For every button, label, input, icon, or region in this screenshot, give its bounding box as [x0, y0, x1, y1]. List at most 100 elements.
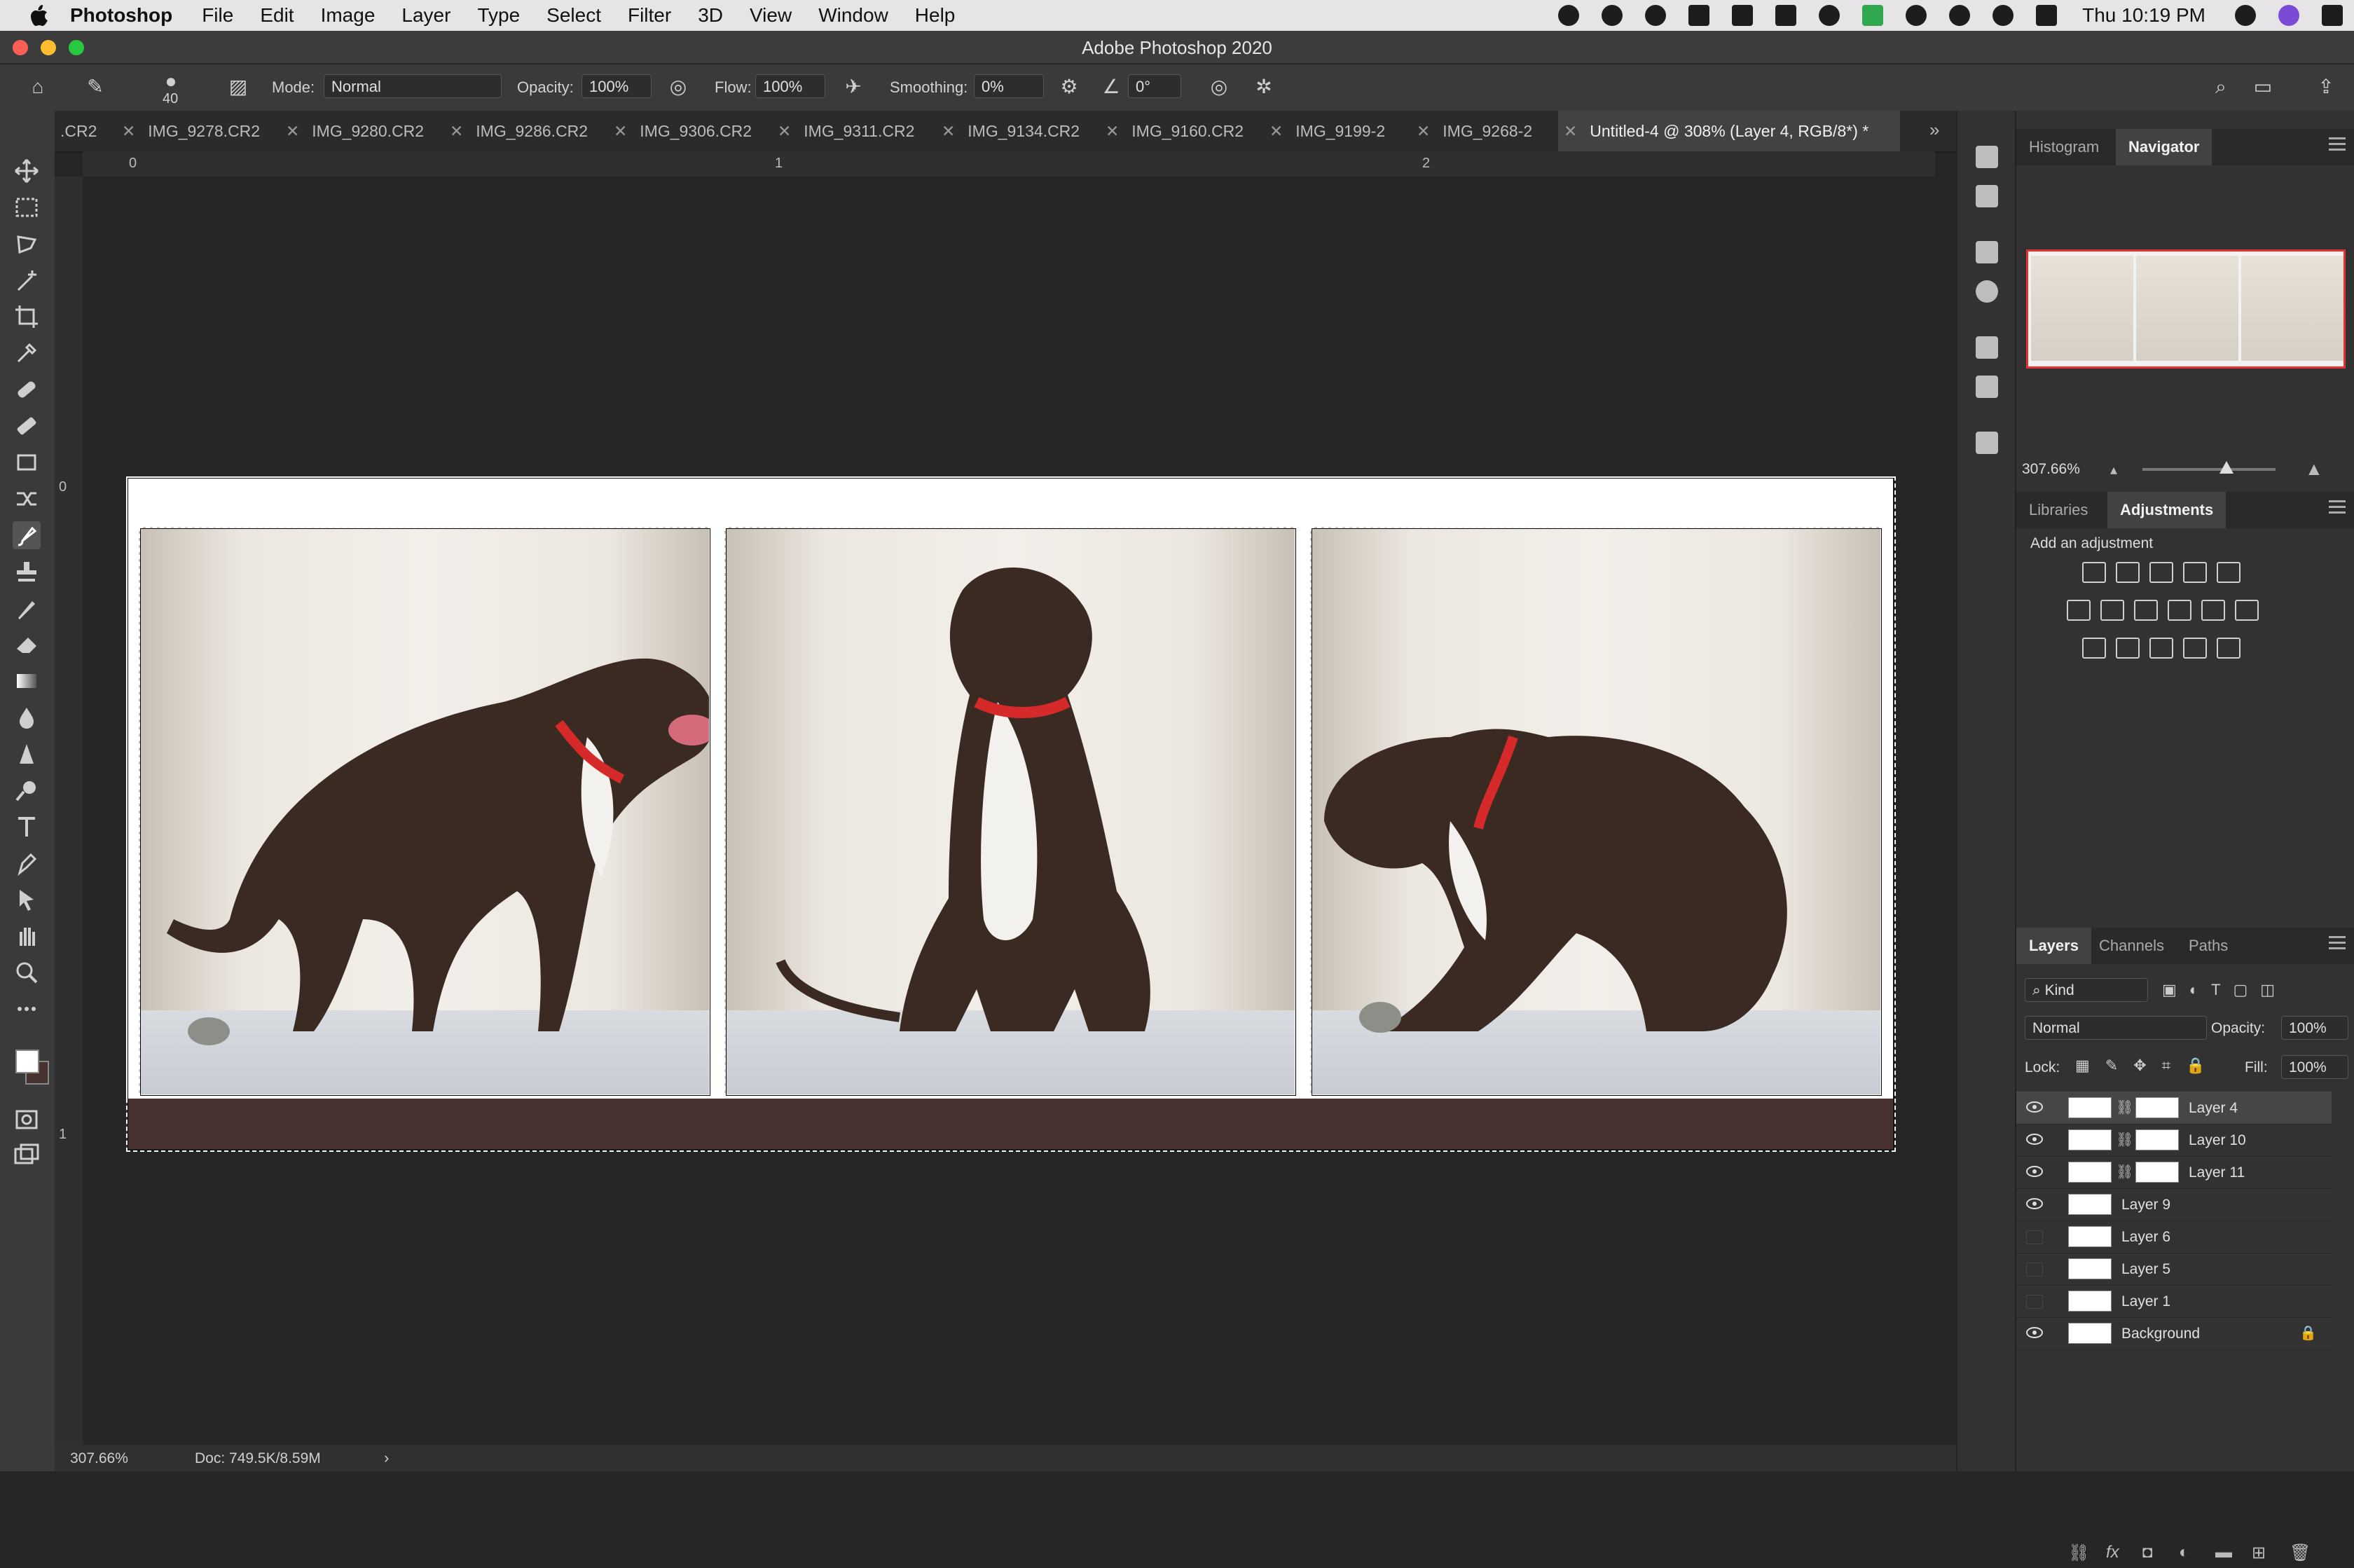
history-brush-tool-icon[interactable] [13, 594, 41, 622]
search-icon[interactable]: ⌕ [2208, 74, 2233, 99]
menu-filter[interactable]: Filter [628, 4, 671, 27]
blend-mode-select[interactable]: Normal [2025, 1016, 2207, 1040]
panel-menu-icon[interactable] [2329, 137, 2346, 153]
layer-row[interactable]: Layer 9 [2016, 1188, 2332, 1221]
more-tools-icon[interactable] [13, 995, 41, 1023]
menu-layer[interactable]: Layer [401, 4, 450, 27]
pressure-opacity-icon[interactable]: ◎ [666, 74, 691, 99]
adjustments-sliders-icon[interactable] [1976, 376, 1998, 398]
brush-settings-icon[interactable]: ▨ [226, 74, 251, 99]
tab-layers[interactable]: Layers [2016, 928, 2091, 964]
zoom-tool-icon[interactable] [13, 958, 41, 986]
path-selection-tool-icon[interactable] [13, 886, 41, 914]
trash-icon[interactable]: 🗑 [2290, 1543, 2311, 1563]
lasso-tool-icon[interactable] [13, 230, 41, 258]
menu-type[interactable]: Type [477, 4, 520, 27]
link-chain-icon[interactable]: ⛓ [2116, 1099, 2133, 1117]
symmetry-butterfly-icon[interactable]: ✲ [1251, 74, 1276, 99]
close-tab-icon[interactable]: ✕ [122, 122, 135, 140]
smoothing-options-gear-icon[interactable]: ⚙ [1056, 74, 1082, 99]
zoom-in-icon[interactable]: ▲ [2305, 458, 2323, 480]
tabs-overflow-icon[interactable]: » [1929, 119, 1939, 141]
tab-doc-6[interactable]: ✕ IMG_9134.CR2 [936, 111, 1080, 151]
share-icon[interactable]: ⇪ [2313, 74, 2339, 99]
lock-icons[interactable]: ▦✎✥⌗🔒 [2075, 1057, 2220, 1075]
green-app-icon[interactable] [1862, 5, 1884, 26]
layer-row[interactable]: Layer 6 [2016, 1220, 2332, 1253]
link-chain-icon[interactable]: ⛓ [2116, 1131, 2133, 1149]
layer-mask-thumbnail[interactable] [2135, 1097, 2179, 1118]
menu-file[interactable]: File [202, 4, 233, 27]
brush-size-preview-icon[interactable]: ● [158, 69, 184, 94]
hand-tool-icon[interactable] [13, 922, 41, 950]
type-tool-icon[interactable] [13, 813, 41, 841]
eyedropper-tool-icon[interactable] [13, 339, 41, 367]
layer-row[interactable]: ⛓ Layer 10 [2016, 1124, 2332, 1157]
bluetooth-icon[interactable] [1949, 5, 1971, 26]
fill-field[interactable]: 100% [2281, 1055, 2348, 1079]
tab-histogram[interactable]: Histogram [2016, 129, 2112, 165]
pinwheel-icon[interactable] [1819, 5, 1840, 26]
quick-mask-icon[interactable] [13, 1106, 41, 1134]
close-tab-icon[interactable]: ✕ [286, 122, 299, 140]
triangle-app-icon[interactable] [1775, 5, 1797, 26]
flow-field[interactable]: 100% [755, 74, 825, 98]
tab-doc-0[interactable]: .CR2 [55, 111, 97, 151]
tab-doc-5[interactable]: ✕ IMG_9311.CR2 [772, 111, 914, 151]
visibility-eye-icon[interactable] [2026, 1101, 2043, 1113]
properties-panel-icon[interactable] [1976, 241, 1998, 263]
move-tool-icon[interactable] [13, 157, 41, 185]
panel-menu-icon[interactable] [2329, 500, 2346, 516]
zoom-slider-thumb[interactable] [2219, 461, 2233, 474]
layer-filter-kind[interactable]: ⌕ Kind [2025, 978, 2148, 1002]
crop-tool-icon[interactable] [13, 303, 41, 331]
cloud-status-icon[interactable] [1645, 5, 1667, 26]
vibrance-icon[interactable] [2217, 562, 2241, 583]
layer-name[interactable]: Layer 1 [2121, 1293, 2170, 1310]
shuffle-tool-icon[interactable] [13, 485, 41, 513]
tab-doc-8[interactable]: ✕ IMG_9199-2 [1264, 111, 1385, 151]
drive-icon[interactable] [1732, 5, 1754, 26]
clone-source-panel-icon[interactable] [1976, 432, 1998, 454]
pen-tool-icon[interactable] [13, 849, 41, 877]
black-white-icon[interactable] [2134, 600, 2158, 621]
sponge-tool-icon[interactable] [13, 776, 41, 804]
layer-name[interactable]: Layer 11 [2189, 1164, 2245, 1181]
time-machine-icon[interactable] [1906, 5, 1927, 26]
link-chain-icon[interactable]: ⛓ [2116, 1163, 2133, 1181]
threshold-icon[interactable] [2149, 638, 2173, 659]
close-tab-icon[interactable]: ✕ [450, 122, 463, 140]
menu-view[interactable]: View [750, 4, 792, 27]
visibility-eye-icon[interactable] [2026, 1198, 2043, 1209]
info-panel-icon[interactable] [1976, 280, 1998, 303]
apple-logo-icon[interactable] [28, 4, 49, 27]
healing-brush-tool-icon[interactable] [13, 376, 41, 404]
layers-opacity-field[interactable]: 100% [2281, 1016, 2348, 1040]
brightness-contrast-icon[interactable] [2082, 562, 2106, 583]
airbrush-icon[interactable]: ✈ [841, 74, 866, 99]
tab-paths[interactable]: Paths [2176, 928, 2241, 964]
link-layers-icon[interactable]: ⛓ [2068, 1543, 2089, 1563]
visibility-eye-icon[interactable] [2026, 1134, 2043, 1145]
brush-settings-panel-icon[interactable] [1976, 336, 1998, 359]
menu-3d[interactable]: 3D [698, 4, 723, 27]
pressure-size-icon[interactable]: ◎ [1206, 74, 1232, 99]
clock[interactable]: Thu 10:19 PM [2082, 4, 2205, 27]
shield-icon[interactable] [1602, 5, 1623, 26]
layer-row[interactable]: Background 🔒 [2016, 1317, 2332, 1350]
visibility-toggle-off[interactable] [2026, 1263, 2043, 1277]
selective-color-icon[interactable] [2183, 638, 2207, 659]
stamp-tool-icon[interactable] [13, 448, 41, 476]
menu-select[interactable]: Select [546, 4, 601, 27]
close-tab-icon[interactable]: ✕ [778, 122, 791, 140]
zoom-slider[interactable] [2142, 468, 2276, 471]
dodge-tool-icon[interactable] [13, 740, 41, 768]
tab-channels[interactable]: Channels [2086, 928, 2177, 964]
battery-icon[interactable] [2036, 5, 2058, 26]
menu-image[interactable]: Image [321, 4, 376, 27]
smoothing-field[interactable]: 0% [974, 74, 1044, 98]
close-tab-icon[interactable]: ✕ [1564, 122, 1577, 140]
panel-menu-icon[interactable] [2329, 936, 2346, 951]
siri-icon[interactable] [2278, 5, 2299, 26]
visibility-eye-icon[interactable] [2026, 1327, 2043, 1338]
